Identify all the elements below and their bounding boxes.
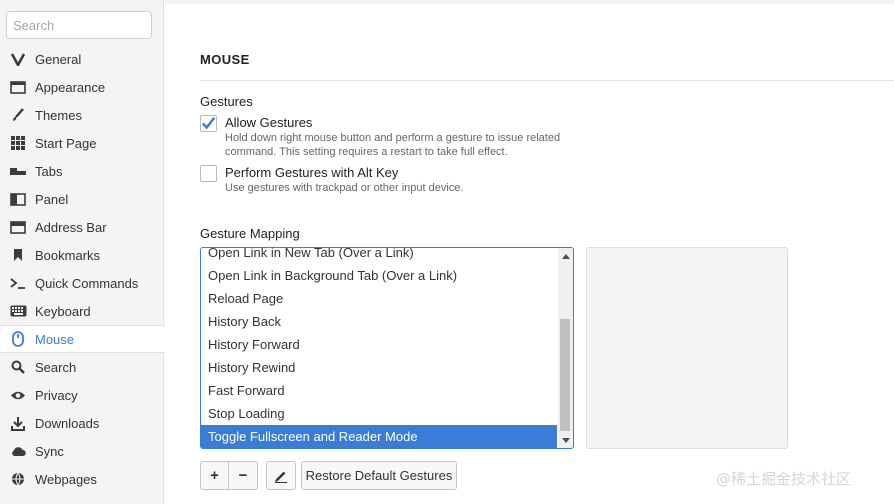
cloud-icon [9, 443, 27, 459]
sidebar-item-bookmarks[interactable]: Bookmarks [0, 241, 164, 269]
brush-icon [9, 107, 27, 123]
sidebar-item-themes[interactable]: Themes [0, 101, 164, 129]
list-item[interactable]: Open Link in New Tab (Over a Link) [201, 248, 557, 264]
list-item[interactable]: Open Link in Background Tab (Over a Link… [201, 264, 557, 287]
sidebar-item-sync[interactable]: Sync [0, 437, 164, 465]
panel-icon [9, 191, 27, 207]
sidebar-item-label: Bookmarks [35, 247, 101, 263]
sidebar-item-general[interactable]: General [0, 45, 164, 73]
title-divider [200, 80, 894, 81]
sidebar-item-label: Mouse [35, 331, 75, 347]
keyboard-icon [9, 303, 27, 319]
command-icon [9, 275, 27, 291]
triangle-up-icon [561, 253, 570, 259]
grid-icon [9, 135, 27, 151]
sidebar-item-mouse[interactable]: Mouse [0, 325, 165, 353]
sidebar-item-label: General [35, 51, 82, 67]
remove-gesture-button[interactable]: − [229, 461, 258, 490]
sidebar-item-tabs[interactable]: Tabs [0, 157, 164, 185]
scroll-up-button[interactable] [558, 248, 573, 264]
gesture-mapping-items: Open Link in New Tab (Over a Link) Open … [201, 248, 557, 448]
sidebar-item-label: Sync [35, 443, 64, 459]
alt-key-gestures-description: Use gestures with trackpad or other inpu… [225, 182, 464, 194]
sidebar-item-appearance[interactable]: Appearance [0, 73, 164, 101]
sidebar-item-keyboard[interactable]: Keyboard [0, 297, 164, 325]
sidebar-item-label: Panel [35, 191, 69, 207]
page-title: MOUSE [200, 52, 250, 67]
list-scrollbar[interactable] [558, 248, 573, 448]
bookmark-icon [9, 247, 27, 263]
alt-key-gestures-label: Perform Gestures with Alt Key [225, 165, 399, 180]
scrollbar-thumb[interactable] [560, 319, 570, 431]
settings-sidebar: General Appearance Themes Start Page Tab… [0, 0, 165, 504]
allow-gestures-description-2: command. This setting requires a restart… [225, 146, 508, 158]
address-bar-icon [9, 219, 27, 235]
alt-key-gestures-checkbox[interactable] [200, 165, 217, 182]
list-item[interactable]: Reload Page [201, 287, 557, 310]
allow-gestures-option: Allow Gestures Hold down right mouse but… [200, 115, 560, 159]
sidebar-item-label: Keyboard [35, 303, 91, 319]
list-item[interactable]: Stop Loading [201, 402, 557, 425]
allow-gestures-description: Hold down right mouse button and perform… [225, 132, 561, 144]
gesture-mapping-list[interactable]: Open Link in New Tab (Over a Link) Open … [200, 247, 574, 449]
gestures-heading: Gestures [200, 94, 253, 109]
watermark: @稀土掘金技术社区 [716, 470, 852, 488]
tabs-icon [9, 163, 27, 179]
list-item[interactable]: History Back [201, 310, 557, 333]
add-gesture-button[interactable]: + [200, 461, 229, 490]
download-icon [9, 415, 27, 431]
allow-gestures-label: Allow Gestures [225, 115, 313, 130]
sidebar-item-panel[interactable]: Panel [0, 185, 164, 213]
settings-nav: General Appearance Themes Start Page Tab… [0, 45, 165, 493]
gesture-preview-panel [586, 247, 788, 449]
sidebar-item-start-page[interactable]: Start Page [0, 129, 164, 157]
window-icon [9, 79, 27, 95]
alt-key-gestures-option: Perform Gestures with Alt Key Use gestur… [200, 165, 463, 195]
sidebar-item-label: Webpages [35, 471, 97, 487]
list-item[interactable]: History Rewind [201, 356, 557, 379]
sidebar-item-label: Start Page [35, 135, 97, 151]
mouse-icon [9, 331, 27, 347]
sidebar-item-label: Address Bar [35, 219, 107, 235]
sidebar-item-webpages[interactable]: Webpages [0, 465, 164, 493]
allow-gestures-checkbox[interactable] [200, 115, 217, 132]
list-item[interactable]: Fast Forward [201, 379, 557, 402]
sidebar-item-downloads[interactable]: Downloads [0, 409, 164, 437]
sidebar-item-search[interactable]: Search [0, 353, 164, 381]
settings-search-input[interactable] [6, 11, 152, 39]
sidebar-item-label: Appearance [35, 79, 106, 95]
sidebar-item-privacy[interactable]: Privacy [0, 381, 164, 409]
scroll-down-button[interactable] [558, 432, 573, 448]
search-icon [9, 359, 27, 375]
sidebar-item-address-bar[interactable]: Address Bar [0, 213, 164, 241]
triangle-down-icon [561, 437, 570, 443]
eye-icon [9, 387, 27, 403]
settings-content: MOUSE Gestures Allow Gestures Hold down … [165, 0, 894, 504]
pencil-icon [275, 471, 287, 483]
globe-icon [9, 471, 27, 487]
top-divider [165, 0, 894, 4]
vivaldi-v-icon [9, 51, 27, 67]
checkmark-icon [201, 117, 216, 130]
sidebar-item-label: Search [35, 359, 77, 375]
sidebar-item-quick-commands[interactable]: Quick Commands [0, 269, 164, 297]
sidebar-item-label: Quick Commands [35, 275, 139, 291]
gesture-mapping-heading: Gesture Mapping [200, 226, 300, 241]
sidebar-item-label: Downloads [35, 415, 100, 431]
list-item[interactable]: History Forward [201, 333, 557, 356]
sidebar-item-label: Tabs [35, 163, 63, 179]
restore-default-gestures-button[interactable]: Restore Default Gestures [301, 461, 457, 490]
sidebar-item-label: Themes [35, 107, 82, 123]
edit-gesture-button[interactable] [266, 461, 296, 490]
list-item-selected[interactable]: Toggle Fullscreen and Reader Mode [201, 425, 557, 448]
sidebar-item-label: Privacy [35, 387, 78, 403]
